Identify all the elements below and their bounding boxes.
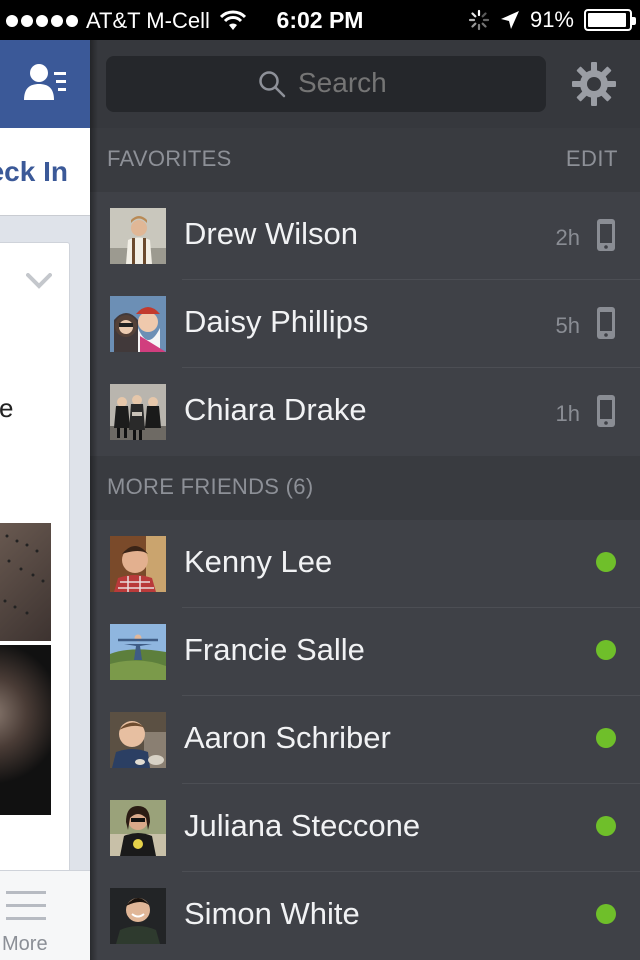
friend-row-simon-white[interactable]: Simon White xyxy=(90,872,640,960)
avatar xyxy=(110,384,166,440)
main-feed-panel[interactable]: eck In e More xyxy=(0,40,90,960)
check-in-button[interactable]: eck In xyxy=(0,128,90,216)
avatar xyxy=(110,536,166,592)
mobile-phone-icon xyxy=(597,307,615,339)
friend-row-juliana-steccone[interactable]: Juliana Steccone xyxy=(90,784,640,872)
more-tab-label: More xyxy=(2,933,48,955)
tattoo-pattern xyxy=(3,534,45,615)
edit-favorites-button[interactable]: EDIT xyxy=(566,146,618,172)
battery-percent: 91% xyxy=(529,7,574,32)
gear-icon[interactable] xyxy=(572,62,616,106)
online-status-indicator xyxy=(596,728,616,748)
chat-sidebar: FAVORITES EDIT Drew Wilson 2h Daisy Phil… xyxy=(90,40,640,960)
location-arrow-icon xyxy=(500,11,519,29)
friend-name: Drew Wilson xyxy=(184,216,358,251)
last-active-time: 2h xyxy=(555,225,580,250)
sidebar-edge-shadow xyxy=(90,40,98,960)
status-right: 91% xyxy=(468,7,636,33)
hamburger-menu-icon xyxy=(6,891,46,920)
friend-name: Aaron Schriber xyxy=(184,720,391,755)
chevron-down-icon[interactable] xyxy=(26,273,52,289)
battery-icon xyxy=(584,9,636,31)
more-friends-title: MORE FRIENDS (6) xyxy=(107,474,314,499)
story-photo-2[interactable] xyxy=(0,645,51,815)
more-tab[interactable]: More xyxy=(0,870,90,960)
last-active-time: 5h xyxy=(555,313,580,338)
avatar xyxy=(110,800,166,856)
friend-requests-icon[interactable] xyxy=(22,60,68,106)
online-status-indicator xyxy=(596,904,616,924)
search-bar xyxy=(90,40,640,128)
friend-name: Chiara Drake xyxy=(184,392,367,427)
favorites-header: FAVORITES EDIT xyxy=(90,128,640,192)
mobile-phone-icon xyxy=(597,219,615,251)
avatar xyxy=(110,208,166,264)
avatar xyxy=(110,624,166,680)
search-box[interactable] xyxy=(106,56,546,112)
favorites-title: FAVORITES xyxy=(107,146,232,171)
feed-header xyxy=(0,40,90,128)
favorite-row-daisy-phillips[interactable]: Daisy Phillips 5h xyxy=(90,280,640,368)
friend-row-kenny-lee[interactable]: Kenny Lee xyxy=(90,520,640,608)
friend-row-francie-salle[interactable]: Francie Salle xyxy=(90,608,640,696)
friend-name: Francie Salle xyxy=(184,632,365,667)
mobile-phone-icon xyxy=(597,395,615,427)
last-active-time: 1h xyxy=(555,401,580,426)
friend-name: Daisy Phillips xyxy=(184,304,369,339)
favorite-row-drew-wilson[interactable]: Drew Wilson 2h xyxy=(90,192,640,280)
feed-story-card[interactable]: e xyxy=(0,242,70,882)
friend-name: Kenny Lee xyxy=(184,544,333,579)
avatar xyxy=(110,888,166,944)
avatar xyxy=(110,712,166,768)
status-bar: AT&T M-Cell 6:02 PM 91% xyxy=(0,0,640,40)
check-in-label: eck In xyxy=(0,156,68,187)
online-status-indicator xyxy=(596,552,616,572)
story-text: e xyxy=(0,393,14,423)
activity-spinner-icon xyxy=(468,9,490,31)
online-status-indicator xyxy=(596,816,616,836)
friend-row-aaron-schriber[interactable]: Aaron Schriber xyxy=(90,696,640,784)
friend-name: Juliana Steccone xyxy=(184,808,421,843)
search-input[interactable] xyxy=(298,67,518,99)
search-icon xyxy=(259,71,286,98)
friend-name: Simon White xyxy=(184,896,360,931)
favorite-row-chiara-drake[interactable]: Chiara Drake 1h xyxy=(90,368,640,456)
online-status-indicator xyxy=(596,640,616,660)
more-friends-header: MORE FRIENDS (6) xyxy=(90,456,640,520)
avatar xyxy=(110,296,166,352)
